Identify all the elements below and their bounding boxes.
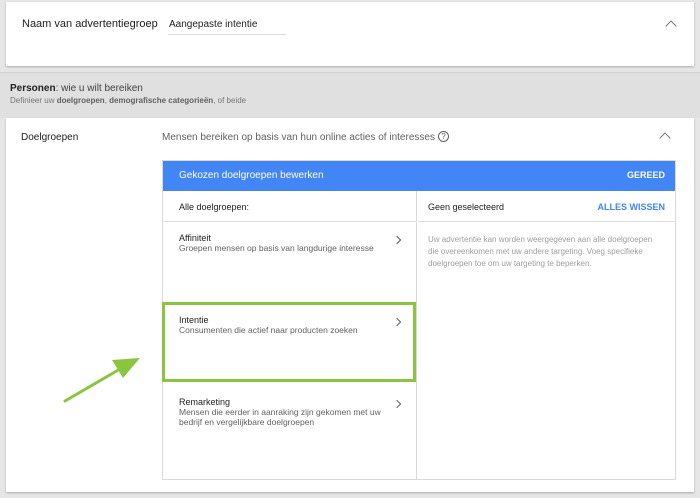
clear-all-button[interactable]: ALLES WISSEN bbox=[597, 202, 665, 212]
all-audiences-label: Alle doelgroepen: bbox=[179, 202, 250, 212]
section-title-rest: : wie u wilt bereiken bbox=[55, 83, 143, 94]
item-desc: Groepen mensen op basis van langdurige i… bbox=[179, 243, 374, 253]
subtitle-audiences: doelgroepen bbox=[56, 96, 105, 105]
none-selected-label: Geen geselecteerd bbox=[428, 202, 505, 212]
empty-state-message: Uw advertentie kan worden weergegeven aa… bbox=[428, 235, 653, 268]
selected-audiences-column: Geen geselecteerd ALLES WISSEN Uw advert… bbox=[418, 191, 675, 479]
item-desc: Mensen die eerder in aanraking zijn geko… bbox=[179, 407, 381, 427]
chevron-right-icon bbox=[392, 399, 402, 409]
divider bbox=[418, 221, 675, 222]
item-title: Affiniteit bbox=[179, 233, 211, 243]
intent-highlight-box bbox=[162, 302, 416, 382]
adgroup-name-label: Naam van advertentiegroep bbox=[22, 18, 158, 30]
item-title: Remarketing bbox=[179, 397, 231, 407]
panel-title-bar: Gekozen doelgroepen bewerken GEREED bbox=[163, 161, 675, 191]
audiences-header: Mensen bereiken op basis van hun online … bbox=[162, 132, 435, 143]
people-section-header: Personen: wie u wilt bereiken Definieer … bbox=[0, 72, 700, 118]
adgroup-name-input[interactable]: Aangepaste intentie bbox=[168, 17, 286, 35]
chevron-up-icon[interactable] bbox=[665, 20, 677, 32]
list-item-affinity[interactable]: Affiniteit Groepen mensen op basis van l… bbox=[163, 233, 417, 283]
divider bbox=[163, 221, 417, 222]
done-button[interactable]: GEREED bbox=[627, 170, 665, 180]
section-title-bold: Personen bbox=[10, 83, 56, 94]
list-item-remarketing[interactable]: Remarketing Mensen die eerder in aanraki… bbox=[163, 397, 417, 447]
section-subtitle: Definieer uw doelgroepen, demografische … bbox=[10, 96, 246, 105]
chevron-right-icon bbox=[392, 235, 402, 245]
adgroup-name-card: Naam van advertentiegroep Aangepaste int… bbox=[6, 2, 694, 66]
subtitle-demographics: demografische categorieën bbox=[109, 96, 214, 105]
audiences-label: Doelgroepen bbox=[21, 132, 79, 143]
chevron-up-icon[interactable] bbox=[659, 132, 671, 144]
subtitle-pre: Definieer uw bbox=[10, 96, 57, 105]
arrow-icon bbox=[63, 358, 140, 403]
subtitle-post: , of beide bbox=[213, 96, 247, 105]
section-title: Personen: wie u wilt bereiken bbox=[10, 83, 143, 94]
panel-title: Gekozen doelgroepen bewerken bbox=[179, 170, 324, 181]
help-icon[interactable]: ? bbox=[438, 131, 449, 142]
